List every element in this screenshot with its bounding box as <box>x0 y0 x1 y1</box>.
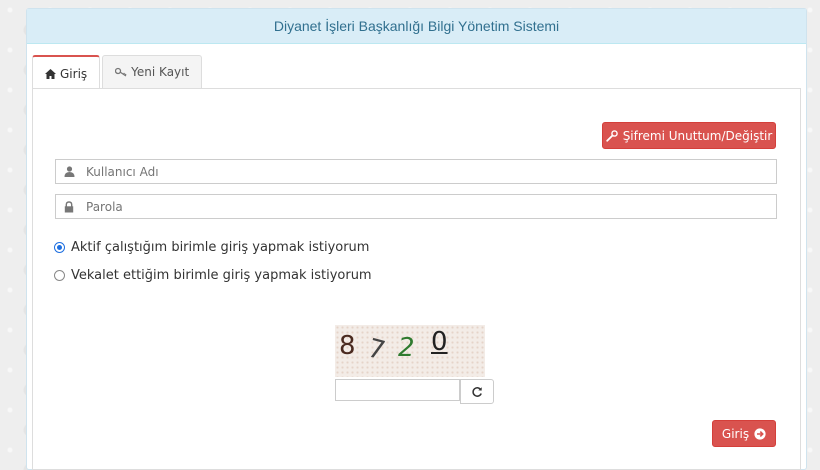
captcha-char: 7 <box>364 333 389 367</box>
tab-register[interactable]: Yeni Kayıt <box>102 55 203 88</box>
tab-content: Şifremi Unuttum/Değiştir Aktif ç <box>32 88 801 470</box>
arrow-right-circle-icon <box>754 427 766 440</box>
home-icon <box>45 68 56 79</box>
captcha-image: 8 7 2 0 <box>335 325 485 377</box>
password-input[interactable] <box>82 194 776 219</box>
captcha-input[interactable] <box>335 379 460 401</box>
page-title: Diyanet İşleri Başkanlığı Bilgi Yönetim … <box>273 18 560 34</box>
tab-register-label: Yeni Kayıt <box>131 65 190 79</box>
forgot-password-button[interactable]: Şifremi Unuttum/Değiştir <box>602 122 776 149</box>
radio-active-unit[interactable]: Aktif çalıştığım birimle giriş yapmak is… <box>54 240 369 255</box>
tab-bar: Giriş Yeni Kayıt <box>32 55 204 90</box>
forgot-password-label: Şifremi Unuttum/Değiştir <box>622 128 773 143</box>
refresh-icon <box>472 386 482 397</box>
captcha-char: 2 <box>398 333 415 363</box>
username-input[interactable] <box>82 159 776 184</box>
wrench-icon <box>605 129 618 142</box>
password-field[interactable] <box>55 194 777 219</box>
login-submit-label: Giriş <box>721 426 750 441</box>
radio-proxy-unit[interactable]: Vekalet ettiğim birimle giriş yapmak ist… <box>54 268 372 283</box>
tab-login-label: Giriş <box>60 66 88 81</box>
captcha-char: 8 <box>339 331 356 361</box>
captcha-refresh-button[interactable] <box>460 379 494 404</box>
radio-active-unit-label: Aktif çalıştığım birimle giriş yapmak is… <box>71 240 370 255</box>
radio-active-unit-button[interactable] <box>54 242 65 253</box>
tab-login[interactable]: Giriş <box>32 55 101 90</box>
username-field[interactable] <box>55 159 777 184</box>
lock-icon <box>56 200 82 213</box>
user-icon <box>56 166 82 177</box>
radio-proxy-unit-button[interactable] <box>54 270 65 281</box>
key-icon <box>115 67 127 77</box>
login-panel: Diyanet İşleri Başkanlığı Bilgi Yönetim … <box>26 8 807 470</box>
captcha-char: 0 <box>431 327 448 357</box>
radio-proxy-unit-label: Vekalet ettiğim birimle giriş yapmak ist… <box>71 268 372 283</box>
panel-header: Diyanet İşleri Başkanlığı Bilgi Yönetim … <box>27 9 806 44</box>
login-submit-button[interactable]: Giriş <box>712 420 776 447</box>
